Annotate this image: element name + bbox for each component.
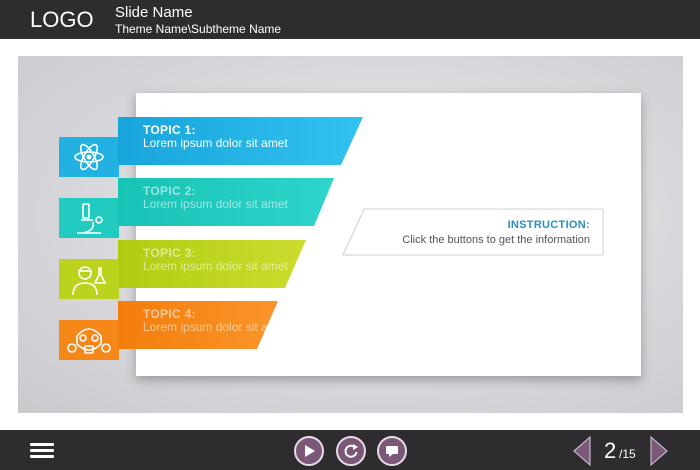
topic-4-ribbon[interactable]: TOPIC 4: Lorem ipsum dolor sit amet <box>118 301 288 349</box>
play-button[interactable] <box>294 436 324 466</box>
topic-1-title: TOPIC 1: <box>143 123 196 137</box>
footer-bar: 2 /15 <box>0 430 700 470</box>
gas-mask-icon <box>59 320 119 360</box>
total-pages: /15 <box>619 447 636 461</box>
gas-mask-icon-button[interactable] <box>59 320 119 360</box>
microscope-icon-button[interactable] <box>59 198 119 238</box>
replay-button[interactable] <box>336 436 366 466</box>
play-icon <box>305 445 315 457</box>
subtitles-icon <box>386 446 398 457</box>
previous-slide-button[interactable] <box>573 436 591 466</box>
slide-name: Slide Name <box>115 4 193 21</box>
current-page: 2 <box>604 438 617 463</box>
topic-2-title: TOPIC 2: <box>143 184 196 198</box>
next-slide-button[interactable] <box>650 436 668 466</box>
subtitles-button[interactable] <box>377 436 407 466</box>
logo: LOGO <box>30 7 94 32</box>
topic-3-title: TOPIC 3: <box>143 246 196 260</box>
microscope-icon <box>59 198 119 238</box>
hamburger-menu-icon[interactable] <box>30 441 54 461</box>
topic-4-desc: Lorem ipsum dolor sit amet <box>143 320 288 334</box>
scientist-icon <box>59 259 119 299</box>
theme-name: Theme Name\Subtheme Name <box>115 22 282 36</box>
atom-icon <box>59 137 119 177</box>
instruction-text: Click the buttons to get the information <box>402 234 590 246</box>
topic-1-desc: Lorem ipsum dolor sit amet <box>143 136 288 150</box>
topic-3-desc: Lorem ipsum dolor sit amet <box>143 259 288 273</box>
header-bar: LOGO Slide Name Theme Name\Subtheme Name <box>0 0 700 39</box>
topic-1-ribbon[interactable]: TOPIC 1: Lorem ipsum dolor sit amet <box>118 117 363 165</box>
instruction-box: INSTRUCTION: Click the buttons to get th… <box>342 208 604 256</box>
atom-icon-button[interactable] <box>59 137 119 177</box>
topic-2-desc: Lorem ipsum dolor sit amet <box>143 197 288 211</box>
instruction-title: INSTRUCTION: <box>507 219 590 231</box>
scientist-icon-button[interactable] <box>59 259 119 299</box>
topic-4-title: TOPIC 4: <box>143 307 196 321</box>
topic-3-ribbon[interactable]: TOPIC 3: Lorem ipsum dolor sit amet <box>118 240 306 288</box>
topic-2-ribbon[interactable]: TOPIC 2: Lorem ipsum dolor sit amet <box>118 178 334 226</box>
replay-icon <box>344 444 358 458</box>
